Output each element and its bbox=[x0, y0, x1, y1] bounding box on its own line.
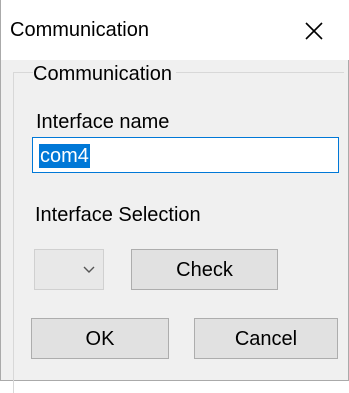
window-title: Communication bbox=[10, 19, 149, 41]
interface-name-value: com4 bbox=[39, 144, 90, 168]
groupbox-legend: Communication bbox=[33, 62, 176, 86]
cancel-button-label: Cancel bbox=[234, 328, 298, 350]
interface-selection-label: Interface Selection bbox=[35, 204, 201, 226]
close-icon bbox=[305, 22, 323, 40]
check-button[interactable]: Check bbox=[131, 249, 278, 290]
communication-dialog: Communication Communication Interface na… bbox=[0, 0, 349, 393]
cancel-button[interactable]: Cancel bbox=[194, 318, 338, 359]
check-button-label: Check bbox=[176, 259, 233, 281]
ok-button[interactable]: OK bbox=[31, 318, 169, 359]
chevron-down-icon bbox=[83, 266, 95, 273]
interface-name-input[interactable]: com4 bbox=[32, 137, 339, 173]
interface-selection-dropdown[interactable] bbox=[34, 249, 104, 290]
close-button[interactable] bbox=[289, 0, 349, 60]
ok-button-label: OK bbox=[85, 328, 115, 350]
interface-name-label: Interface name bbox=[36, 111, 170, 133]
title-bar: Communication bbox=[1, 0, 349, 60]
